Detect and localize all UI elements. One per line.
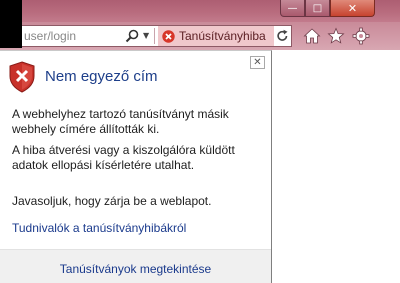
chevron-down-icon[interactable]: ▼ xyxy=(143,31,149,40)
about-certificate-errors-link[interactable]: Tudnivalók a tanúsítványhibákról xyxy=(12,221,186,235)
certificate-error-label: Tanúsítványhiba xyxy=(179,29,266,43)
certificate-error-popup: ✕ Nem egyező cím A webhelyhez tartozó ta… xyxy=(0,50,272,283)
close-icon: ✕ xyxy=(253,56,262,68)
maximize-icon: □ xyxy=(312,2,323,14)
popup-paragraph: A webhelyhez tartozó tanúsítványt másik … xyxy=(12,107,229,136)
popup-title: Nem egyező cím xyxy=(45,68,158,85)
popup-recommendation: Javasoljuk, hogy zárja be a weblapot. xyxy=(12,194,212,208)
search-icon[interactable] xyxy=(125,29,139,43)
window-edge xyxy=(0,0,22,48)
popup-paragraph: A hiba átverési vagy a kiszolgálóra küld… xyxy=(12,143,235,172)
gear-icon[interactable] xyxy=(352,27,370,45)
error-x-icon xyxy=(162,29,175,43)
minimize-button[interactable]: — xyxy=(280,0,305,17)
address-bar[interactable]: user/login ▼ Tanúsítványhiba xyxy=(22,25,292,47)
home-icon[interactable] xyxy=(303,27,321,45)
address-url[interactable]: user/login xyxy=(24,29,76,43)
star-icon[interactable] xyxy=(327,27,345,45)
page-content xyxy=(272,50,400,283)
popup-close-button[interactable]: ✕ xyxy=(250,56,265,69)
certificate-error-button[interactable]: Tanúsítványhiba xyxy=(158,26,274,46)
popup-footer: Tanúsítványok megtekintése xyxy=(0,249,271,283)
maximize-button[interactable]: □ xyxy=(305,0,330,17)
close-icon: ✕ xyxy=(347,1,358,15)
view-certificates-link[interactable]: Tanúsítványok megtekintése xyxy=(0,262,271,276)
shield-error-icon xyxy=(9,61,35,93)
refresh-icon[interactable] xyxy=(276,29,289,43)
address-divider xyxy=(154,28,155,44)
minimize-icon: — xyxy=(287,2,298,14)
close-window-button[interactable]: ✕ xyxy=(330,0,375,17)
